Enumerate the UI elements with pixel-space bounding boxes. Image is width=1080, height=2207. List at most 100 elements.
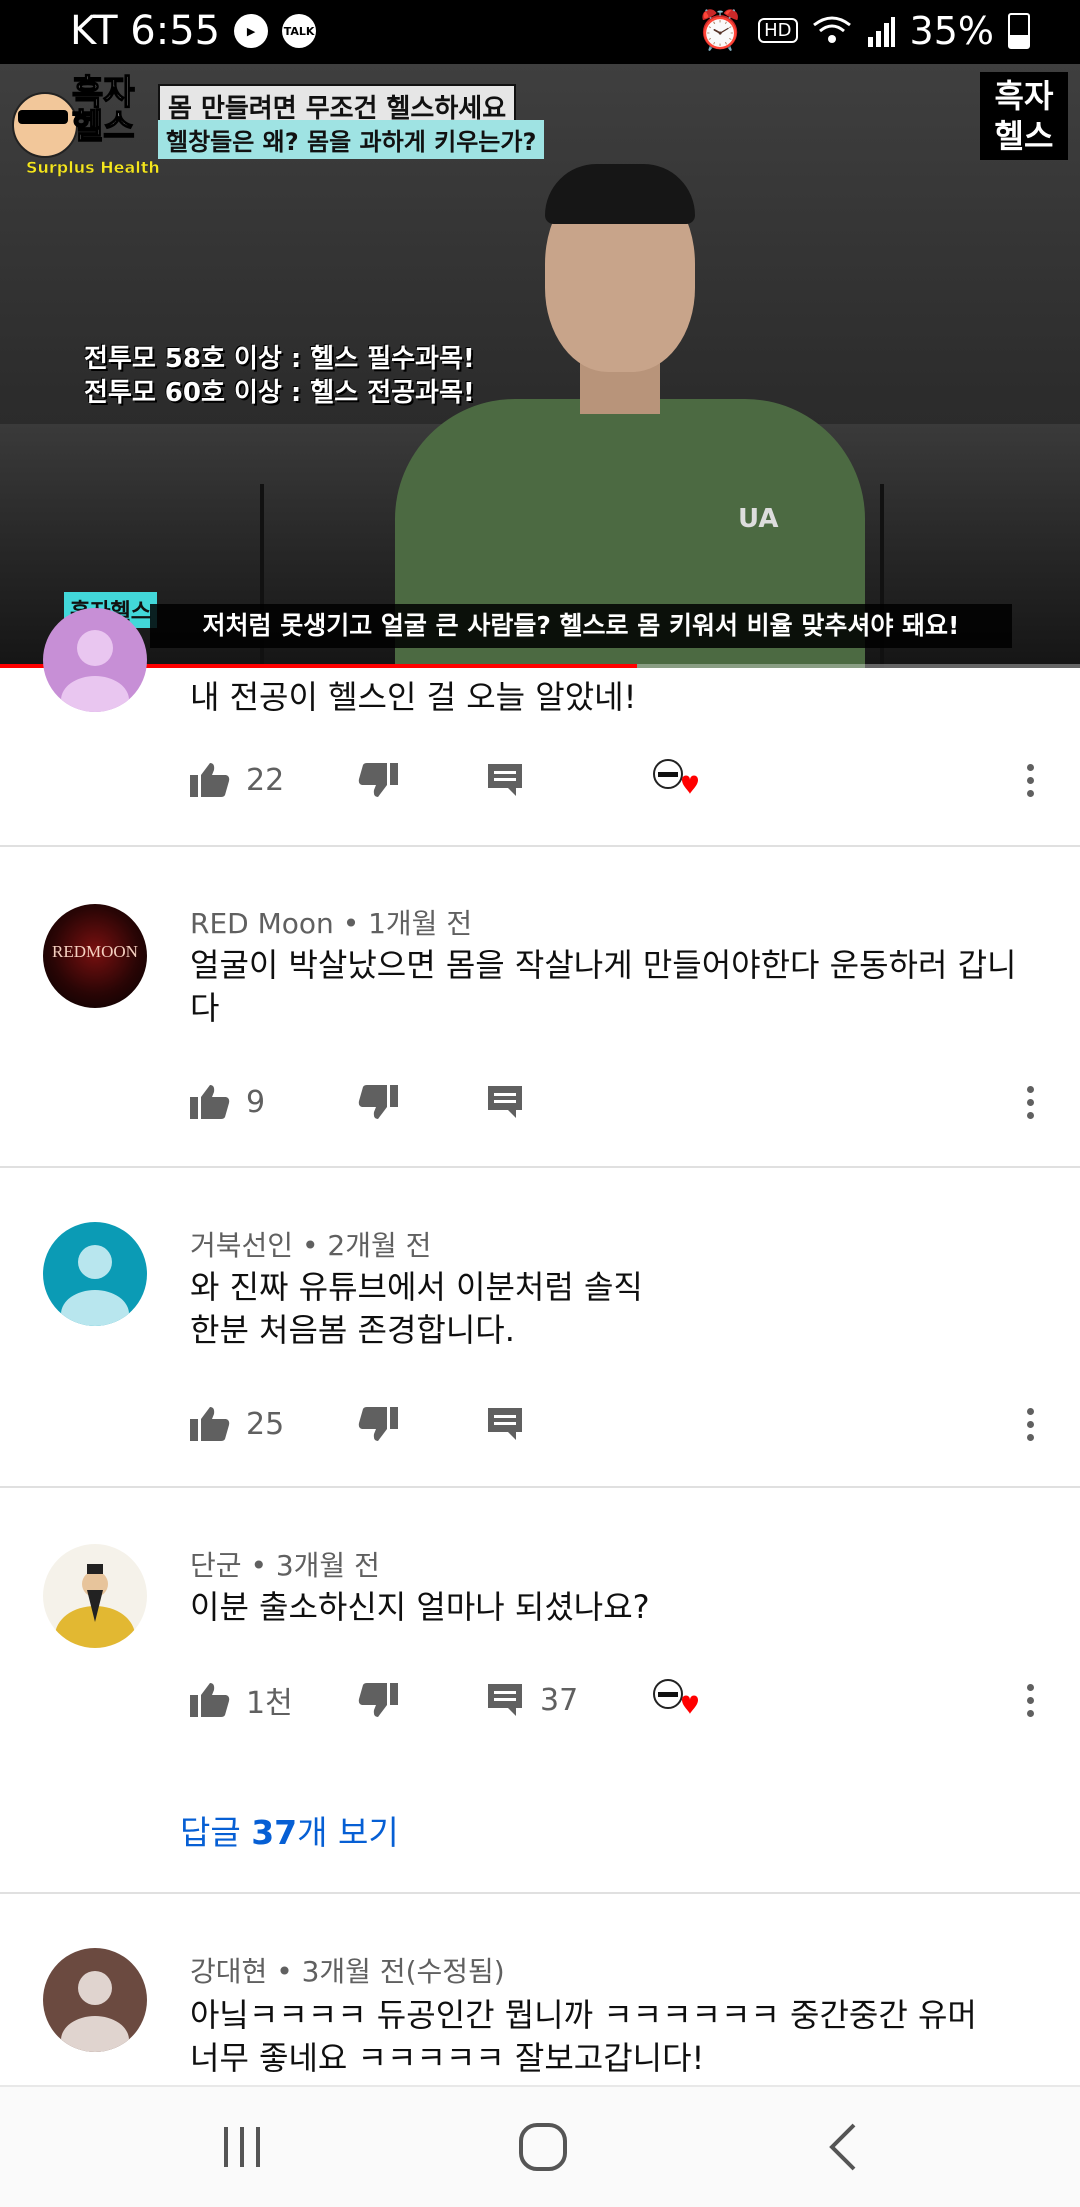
- reply-button[interactable]: 37: [486, 1670, 578, 1730]
- comment-author[interactable]: 단군: [190, 1549, 242, 1582]
- view-replies-prefix: 답글: [180, 1813, 252, 1852]
- shirt-logo: UA: [738, 504, 779, 534]
- comment-time: 3개월 전(수정됨): [301, 1955, 505, 1988]
- comment-text: 아닠ㅋㅋㅋㅋ 듀공인간 뭡니까 ㅋㅋㅋㅋㅋㅋ 중간중간 유머 너무 좋네요 ㅋㅋ…: [190, 1996, 977, 2077]
- like-button[interactable]: 1천: [190, 1670, 293, 1730]
- reply-icon: [488, 1684, 522, 1716]
- overlay-line2: 전투모 60호 이상 : 헬스 전공과목!: [84, 378, 475, 408]
- battery-percent: 35%: [909, 8, 994, 53]
- comment-author[interactable]: 거북선인: [190, 1229, 293, 1262]
- video-title-line2: 헬창들은 왜? 몸을 과하게 키우는가?: [158, 120, 545, 159]
- status-bar: KT 6:55 ▶ TALK ⏰ HD 35%: [0, 0, 1080, 64]
- play-store-icon: ▶: [234, 14, 269, 48]
- creator-heart-icon: [653, 1679, 698, 1714]
- comment-actions: 25: [190, 1394, 1050, 1454]
- like-button[interactable]: 22: [190, 750, 284, 810]
- reply-button[interactable]: [486, 1394, 524, 1454]
- thumbs-down-icon: [358, 1683, 398, 1717]
- reply-button[interactable]: [486, 1072, 524, 1132]
- reply-count: 37: [540, 1682, 579, 1718]
- divider: [0, 1166, 1080, 1168]
- comment-time: 3개월 전: [275, 1549, 380, 1582]
- logo-glasses: [18, 110, 68, 124]
- comment-text: 얼굴이 박살났으면 몸을 작살나게 만들어야한다 운동하러 갑니다: [190, 946, 1017, 1027]
- alarm-icon: ⏰: [696, 8, 745, 52]
- comment-meta: 단군 • 3개월 전: [190, 1549, 380, 1582]
- comment-meta: 거북선인 • 2개월 전: [190, 1229, 432, 1262]
- creator-heart: [652, 754, 702, 804]
- creator-heart: [652, 1674, 702, 1724]
- divider: [0, 1486, 1080, 1488]
- video-progress-bar[interactable]: [0, 664, 1080, 668]
- divider: [0, 845, 1080, 847]
- video-player[interactable]: UA 흑자헬스 Surplus Health 몸 만들려면 무조건 헬스하세요 …: [0, 64, 1080, 668]
- thumbs-up-icon: [190, 763, 230, 797]
- dislike-button[interactable]: [358, 750, 398, 810]
- signal-icon: [867, 16, 895, 47]
- comment-author[interactable]: 강대현: [190, 1955, 267, 1988]
- like-count: 1천: [246, 1686, 293, 1721]
- thumbs-down-icon: [358, 1407, 398, 1441]
- more-options-button[interactable]: [1010, 750, 1050, 810]
- dislike-button[interactable]: [358, 1394, 398, 1454]
- like-count: 9: [246, 1084, 266, 1120]
- reply-icon: [488, 764, 522, 796]
- channel-logo-text: 흑자헬스: [71, 73, 135, 147]
- comment-time: 2개월 전: [327, 1229, 432, 1262]
- avatar[interactable]: [43, 608, 147, 712]
- logo-face-icon: [12, 92, 78, 158]
- user-silhouette-icon: [61, 630, 129, 712]
- video-overlay-text: 전투모 58호 이상 : 헬스 필수과목! 전투모 60호 이상 : 헬스 전공…: [84, 342, 475, 410]
- dislike-button[interactable]: [358, 1670, 398, 1730]
- channel-logo-sub: Surplus Health: [26, 158, 160, 178]
- video-subtitle: 저처럼 못생기고 얼굴 큰 사람들? 헬스로 몸 키워서 비율 맞추셔야 돼요!: [150, 604, 1012, 648]
- more-options-button[interactable]: [1010, 1072, 1050, 1132]
- avatar[interactable]: [43, 1948, 147, 2052]
- avatar[interactable]: REDMOON: [43, 904, 147, 1008]
- kakaotalk-icon: TALK: [282, 14, 317, 48]
- thumbs-up-icon: [190, 1683, 230, 1717]
- dislike-button[interactable]: [358, 1072, 398, 1132]
- corner-logo: 흑자 헬스: [980, 72, 1068, 160]
- comment-text: 이분 출소하신지 얼마나 되셨나요?: [190, 1588, 650, 1626]
- recents-button[interactable]: [202, 2117, 282, 2177]
- divider: [0, 1892, 1080, 1894]
- like-count: 25: [246, 1406, 285, 1442]
- comment-actions: 9: [190, 1072, 1050, 1132]
- thumbs-up-icon: [190, 1407, 230, 1441]
- android-nav-bar: [0, 2085, 1080, 2207]
- reply-icon: [488, 1408, 522, 1440]
- more-options-button[interactable]: [1010, 1394, 1050, 1454]
- more-options-button[interactable]: [1010, 1670, 1050, 1730]
- back-button[interactable]: [802, 2117, 882, 2177]
- comment-meta: 강대현 • 3개월 전(수정됨): [190, 1955, 505, 1988]
- thumbs-up-icon: [190, 1085, 230, 1119]
- wifi-icon: [812, 16, 851, 43]
- avatar-text: REDMOON: [52, 942, 138, 961]
- view-replies-link[interactable]: 답글 37개 보기: [180, 1806, 399, 1854]
- home-icon: [519, 2123, 567, 2171]
- comment-actions: 1천 37: [190, 1670, 1050, 1730]
- user-silhouette-icon: [61, 1971, 129, 2052]
- home-button[interactable]: [503, 2117, 583, 2177]
- channel-logo: 흑자헬스 Surplus Health: [12, 72, 160, 182]
- corner-logo-line: 헬스: [994, 117, 1054, 155]
- avatar[interactable]: [43, 1222, 147, 1326]
- battery-icon: [1008, 12, 1030, 49]
- comment-author[interactable]: RED Moon: [190, 907, 334, 940]
- comment-time: 1개월 전: [368, 907, 473, 940]
- like-button[interactable]: 9: [190, 1072, 265, 1132]
- avatar[interactable]: [43, 1544, 147, 1648]
- corner-logo-line: 흑자: [994, 77, 1054, 115]
- comment-text: 와 진짜 유튜브에서 이분처럼 솔직한분 처음봄 존경합니다.: [190, 1268, 643, 1349]
- reply-button[interactable]: [486, 750, 524, 810]
- like-count: 22: [246, 762, 285, 798]
- hd-icon: HD: [758, 18, 798, 43]
- carrier-time: KT 6:55: [70, 8, 221, 54]
- comment-actions: 22: [190, 750, 1050, 810]
- comment-text: 내 전공이 헬스인 걸 오늘 알았네!: [190, 678, 637, 716]
- reply-icon: [488, 1086, 522, 1118]
- like-button[interactable]: 25: [190, 1394, 284, 1454]
- thumbs-down-icon: [358, 1085, 398, 1119]
- back-icon: [829, 2123, 856, 2171]
